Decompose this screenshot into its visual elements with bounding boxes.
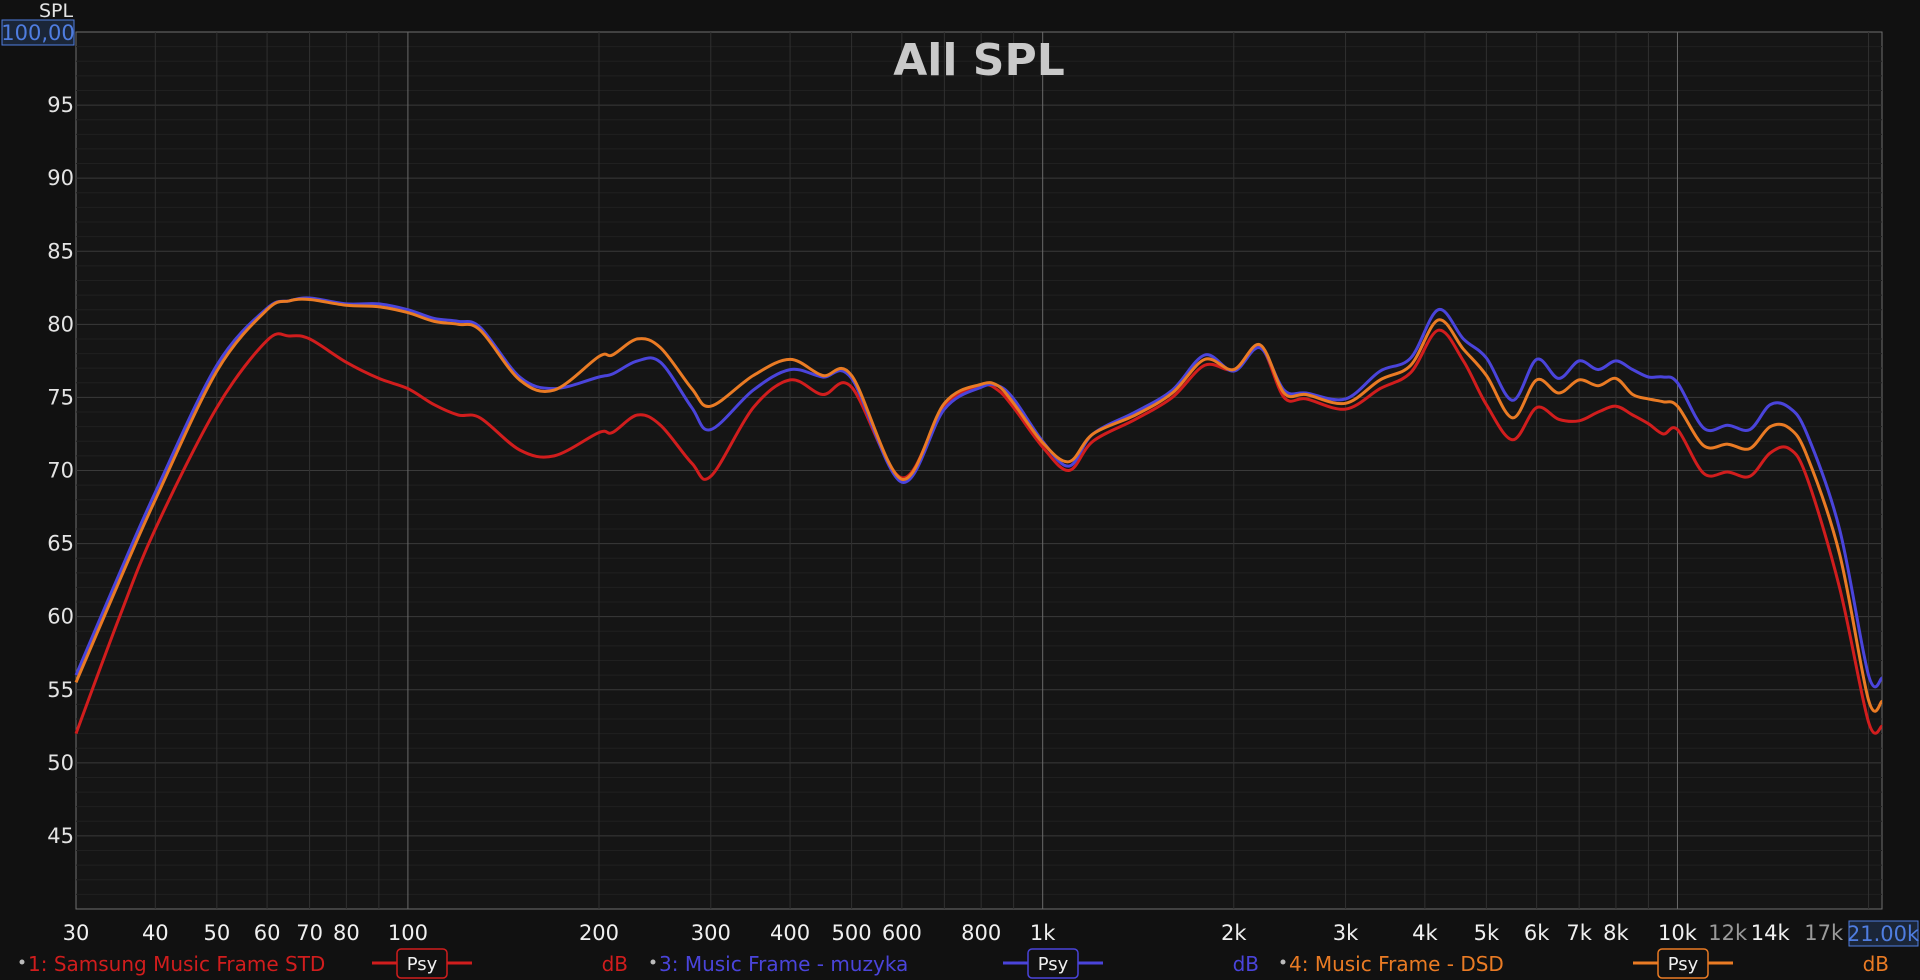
legend-dot-icon[interactable] <box>19 959 25 965</box>
x-tick-label: 100 <box>388 921 428 945</box>
x-tick-label: 4k <box>1412 921 1438 945</box>
legend-label[interactable]: 3: Music Frame - muzyka <box>659 952 908 976</box>
y-max-value[interactable]: 100,00 <box>1 21 74 45</box>
x-tick-label: 50 <box>203 921 230 945</box>
x-tick-label: 70 <box>296 921 323 945</box>
legend-unit: dB <box>1233 952 1259 976</box>
x-tick-label: 500 <box>832 921 872 945</box>
x-tick-label: 2k <box>1221 921 1247 945</box>
x-tick-label: 40 <box>142 921 169 945</box>
x-tick-label: 12k <box>1708 921 1748 945</box>
y-tick-label: 60 <box>47 605 74 629</box>
y-tick-label: 55 <box>47 678 74 702</box>
x-tick-label: 300 <box>691 921 731 945</box>
legend-unit: dB <box>602 952 628 976</box>
x-tick-label: 30 <box>63 921 90 945</box>
x-tick-label: 5k <box>1474 921 1500 945</box>
x-tick-label: 60 <box>254 921 281 945</box>
psy-smoothing-label[interactable]: Psy <box>407 954 438 975</box>
x-tick-label: 600 <box>882 921 922 945</box>
x-tick-label: 14k <box>1751 921 1791 945</box>
x-tick-label: 200 <box>579 921 619 945</box>
x-tick-label: 10k <box>1658 921 1698 945</box>
legend-unit: dB <box>1863 952 1889 976</box>
y-axis-label: SPL <box>39 0 74 22</box>
chart-title: All SPL <box>893 35 1065 86</box>
psy-smoothing-label[interactable]: Psy <box>1668 954 1699 975</box>
legend-label[interactable]: 4: Music Frame - DSD <box>1289 952 1504 976</box>
legend-dot-icon[interactable] <box>1280 959 1286 965</box>
grid <box>76 32 1882 909</box>
y-tick-label: 65 <box>47 532 74 556</box>
legend-label[interactable]: 1: Samsung Music Frame STD <box>28 952 325 976</box>
y-tick-label: 80 <box>47 312 74 336</box>
y-tick-label: 45 <box>47 824 74 848</box>
y-tick-label: 75 <box>47 385 74 409</box>
legend-dot-icon[interactable] <box>650 959 656 965</box>
x-tick-label: 80 <box>333 921 360 945</box>
y-tick-label: 85 <box>47 239 74 263</box>
x-tick-label: 7k <box>1566 921 1592 945</box>
x-tick-label: 800 <box>961 921 1001 945</box>
spl-chart: All SPL SPL 100,00 21.00k 95 90 85 80 75 70 65… <box>0 0 1920 980</box>
x-tick-label: 3k <box>1333 921 1359 945</box>
x-tick-label: 400 <box>770 921 810 945</box>
x-tick-label: 6k <box>1524 921 1550 945</box>
x-tick-label: 8k <box>1603 921 1629 945</box>
psy-smoothing-label[interactable]: Psy <box>1038 954 1069 975</box>
x-max-value[interactable]: 21.00k <box>1847 922 1920 946</box>
x-tick-label: 17k <box>1804 921 1844 945</box>
y-tick-label: 90 <box>47 166 74 190</box>
y-tick-label: 70 <box>47 459 74 483</box>
x-tick-label: 1k <box>1030 921 1056 945</box>
y-tick-label: 50 <box>47 751 74 775</box>
y-tick-label: 95 <box>47 93 74 117</box>
